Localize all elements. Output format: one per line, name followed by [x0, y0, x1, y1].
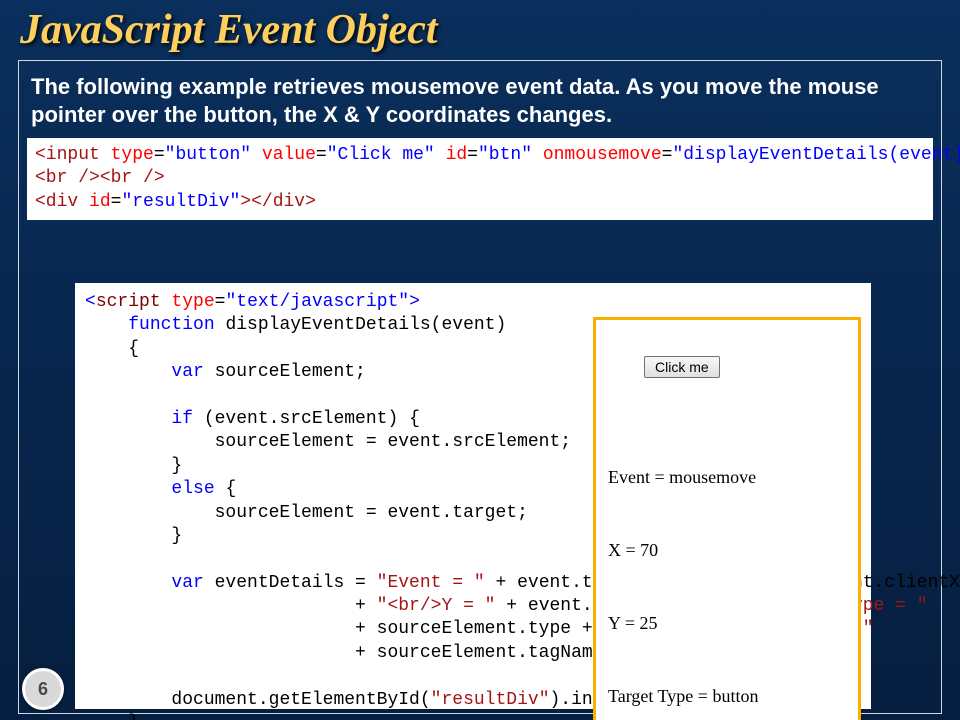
- code-token: =: [467, 145, 478, 165]
- code-token: "<br/>Y = ": [377, 596, 496, 616]
- code-token: var: [171, 573, 203, 593]
- code-token: + sourceElement.tagName;: [355, 643, 614, 663]
- code-token: }: [128, 713, 139, 720]
- code-token: {: [215, 479, 237, 499]
- code-token: var: [171, 362, 203, 382]
- click-me-button[interactable]: Click me: [644, 356, 720, 378]
- code-token: + sourceElement.type +: [355, 619, 603, 639]
- code-token: }: [171, 526, 182, 546]
- code-token: "resultDiv": [121, 192, 240, 212]
- output-preview: Click me Event = mousemove X = 70 Y = 25…: [593, 317, 861, 720]
- code-token: <div: [35, 192, 78, 212]
- code-token: displayEventDetails(event): [215, 315, 507, 335]
- code-token: <input: [35, 145, 100, 165]
- code-token: eventDetails =: [204, 573, 377, 593]
- code-token: "text/javascript": [225, 292, 409, 312]
- code-token: if: [171, 409, 193, 429]
- code-token: "Click me": [327, 145, 435, 165]
- code-token: sourceElement;: [204, 362, 366, 382]
- code-token: >: [409, 292, 420, 312]
- preview-line-x: X = 70: [608, 538, 846, 562]
- code-token: =: [316, 145, 327, 165]
- code-token: value: [262, 145, 316, 165]
- code-token: =: [154, 145, 165, 165]
- code-token: =: [662, 145, 673, 165]
- code-token: sourceElement = event.srcElement;: [215, 432, 571, 452]
- code-token: >: [240, 192, 251, 212]
- code-token: }: [171, 456, 182, 476]
- code-token: document.getElementById(: [171, 690, 430, 710]
- preview-line-y: Y = 25: [608, 611, 846, 635]
- code-token: "btn": [478, 145, 532, 165]
- code-token: else: [171, 479, 214, 499]
- code-token: </div>: [251, 192, 316, 212]
- code-token: sourceElement = event.target;: [215, 503, 528, 523]
- preview-line-event: Event = mousemove: [608, 465, 846, 489]
- code-token: script: [96, 292, 161, 312]
- code-token: =: [215, 292, 226, 312]
- page-number-badge: 6: [22, 668, 64, 710]
- code-token: "Event = ": [377, 573, 485, 593]
- code-token: type: [171, 292, 214, 312]
- preview-line-target-type: Target Type = button: [608, 684, 846, 708]
- code-token: =: [111, 192, 122, 212]
- code-token: "displayEventDetails(event)": [672, 145, 960, 165]
- code-token: type: [111, 145, 154, 165]
- code-token: id: [89, 192, 111, 212]
- content-frame: The following example retrieves mousemov…: [18, 60, 942, 714]
- code-token: {: [128, 339, 139, 359]
- code-token: "resultDiv": [431, 690, 550, 710]
- code-token: "button": [165, 145, 251, 165]
- code-token: onmousemove: [543, 145, 662, 165]
- intro-text: The following example retrieves mousemov…: [31, 73, 929, 128]
- slide-title: JavaScript Event Object: [0, 0, 960, 56]
- code-token: <br /><br />: [35, 168, 165, 188]
- code-snippet-script: <script type="text/javascript"> function…: [75, 283, 871, 709]
- code-token: (event.srcElement) {: [193, 409, 420, 429]
- code-token: id: [446, 145, 468, 165]
- code-token: +: [355, 596, 377, 616]
- code-token: [161, 292, 172, 312]
- code-token: <: [85, 292, 96, 312]
- code-snippet-html: <input type="button" value="Click me" id…: [27, 138, 933, 220]
- code-token: function: [128, 315, 214, 335]
